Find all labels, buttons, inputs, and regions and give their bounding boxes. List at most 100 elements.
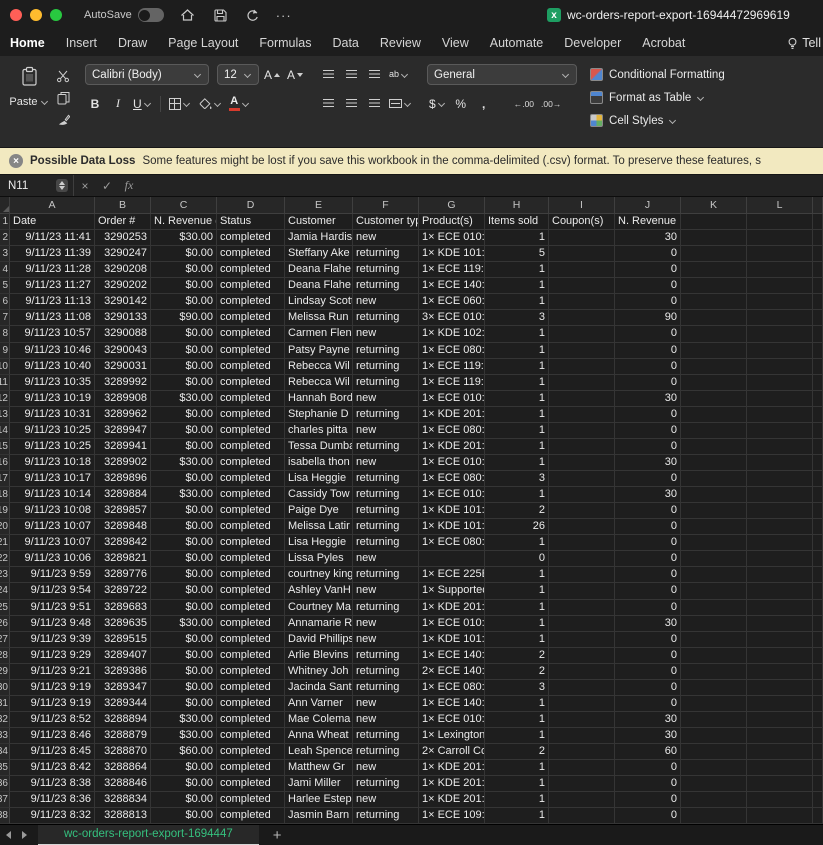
tab-developer[interactable]: Developer (564, 36, 621, 50)
cell[interactable]: 0 (615, 519, 681, 535)
cell[interactable]: 1× ECE 119: I (419, 262, 485, 278)
cell[interactable]: Date (10, 214, 95, 230)
cell[interactable] (813, 391, 823, 407)
borders-button[interactable] (167, 93, 193, 114)
cell[interactable] (681, 680, 747, 696)
cell[interactable]: Paige Dye (285, 503, 353, 519)
cell[interactable]: Lindsay Scott (285, 294, 353, 310)
cell[interactable]: 9/11/23 8:32 (10, 808, 95, 824)
cell[interactable] (747, 583, 813, 599)
cell[interactable]: 9/11/23 10:08 (10, 503, 95, 519)
cell[interactable]: completed (217, 712, 285, 728)
cell[interactable]: 9/11/23 8:36 (10, 792, 95, 808)
cell[interactable] (419, 551, 485, 567)
cell[interactable]: 1× KDE 201: . (419, 439, 485, 455)
fill-color-button[interactable] (196, 93, 224, 114)
cell[interactable] (747, 246, 813, 262)
cell[interactable] (681, 214, 747, 230)
cell[interactable]: 3290133 (95, 310, 151, 326)
cell[interactable]: 0 (485, 551, 549, 567)
cell[interactable]: 3289683 (95, 600, 151, 616)
cell[interactable]: 9/11/23 10:25 (10, 423, 95, 439)
cell[interactable]: 9/11/23 10:46 (10, 343, 95, 359)
tab-page-layout[interactable]: Page Layout (168, 36, 238, 50)
cell[interactable] (747, 343, 813, 359)
cell[interactable] (549, 343, 615, 359)
row-header-15[interactable]: 15 (0, 439, 10, 455)
align-center-button[interactable] (341, 93, 361, 114)
cell[interactable]: 3289908 (95, 391, 151, 407)
cell[interactable]: completed (217, 391, 285, 407)
cell[interactable] (813, 744, 823, 760)
cell[interactable]: 3289884 (95, 487, 151, 503)
cell[interactable]: completed (217, 696, 285, 712)
cell[interactable]: 1× ECE 080: I (419, 680, 485, 696)
cell[interactable] (813, 455, 823, 471)
cell[interactable]: Deana Flahe (285, 262, 353, 278)
cell[interactable]: completed (217, 294, 285, 310)
cell[interactable] (549, 375, 615, 391)
cell[interactable]: 1 (485, 616, 549, 632)
cell[interactable] (747, 648, 813, 664)
cell[interactable]: 9/11/23 11:28 (10, 262, 95, 278)
cell[interactable]: completed (217, 407, 285, 423)
cell[interactable]: Deana Flahe (285, 278, 353, 294)
cell[interactable] (747, 294, 813, 310)
cell[interactable]: 0 (615, 535, 681, 551)
cell[interactable]: 1× ECE 010: I (419, 487, 485, 503)
row-header-7[interactable]: 7 (0, 310, 10, 326)
cell[interactable] (813, 278, 823, 294)
cell[interactable]: 9/11/23 10:25 (10, 439, 95, 455)
cell[interactable] (549, 567, 615, 583)
cell[interactable]: Cassidy Tow (285, 487, 353, 503)
cell[interactable]: 3288879 (95, 728, 151, 744)
cell[interactable]: 1 (485, 632, 549, 648)
cell[interactable] (813, 423, 823, 439)
cell[interactable]: completed (217, 616, 285, 632)
cell[interactable]: completed (217, 744, 285, 760)
cell[interactable]: $0.00 (151, 600, 217, 616)
cell[interactable]: 1× ECE 109: I (419, 808, 485, 824)
row-header-37[interactable]: 37 (0, 792, 10, 808)
cell[interactable]: 3290202 (95, 278, 151, 294)
cell[interactable]: 1× KDE 101: (419, 632, 485, 648)
cell[interactable]: 9/11/23 10:19 (10, 391, 95, 407)
align-top-button[interactable] (318, 64, 338, 85)
cell[interactable] (549, 583, 615, 599)
cell[interactable] (813, 519, 823, 535)
cell[interactable]: Patsy Payne (285, 343, 353, 359)
cell[interactable]: 9/11/23 10:14 (10, 487, 95, 503)
cell[interactable]: 9/11/23 8:45 (10, 744, 95, 760)
cell[interactable]: 9/11/23 11:39 (10, 246, 95, 262)
cell[interactable]: completed (217, 246, 285, 262)
cell[interactable]: 0 (615, 439, 681, 455)
cell[interactable]: returning (353, 808, 419, 824)
cell[interactable]: 1× ECE 225B (419, 567, 485, 583)
enter-icon[interactable]: ✓ (96, 179, 118, 193)
cell[interactable]: 0 (615, 551, 681, 567)
cell[interactable] (747, 792, 813, 808)
cell[interactable]: completed (217, 423, 285, 439)
row-header-23[interactable]: 23 (0, 567, 10, 583)
home-icon[interactable] (176, 4, 200, 26)
cell[interactable]: 3288864 (95, 760, 151, 776)
cell[interactable]: completed (217, 583, 285, 599)
cell[interactable]: 1× KDE 201: . (419, 792, 485, 808)
row-header-13[interactable]: 13 (0, 407, 10, 423)
cell[interactable]: 0 (615, 680, 681, 696)
cell[interactable]: 3289776 (95, 567, 151, 583)
cell[interactable]: $0.00 (151, 423, 217, 439)
cell[interactable]: 0 (615, 760, 681, 776)
increase-font-size-button[interactable]: A (262, 64, 282, 85)
row-header-11[interactable]: 11 (0, 375, 10, 391)
cancel-icon[interactable]: × (74, 179, 96, 193)
cell[interactable]: $30.00 (151, 712, 217, 728)
cell[interactable]: completed (217, 487, 285, 503)
cell[interactable] (813, 728, 823, 744)
cell[interactable]: 1 (485, 535, 549, 551)
cell[interactable]: 3289992 (95, 375, 151, 391)
cell[interactable]: Arlie Blevins (285, 648, 353, 664)
autosave-toggle[interactable] (138, 8, 164, 22)
cell[interactable]: Rebecca Wil (285, 359, 353, 375)
cell[interactable] (813, 760, 823, 776)
